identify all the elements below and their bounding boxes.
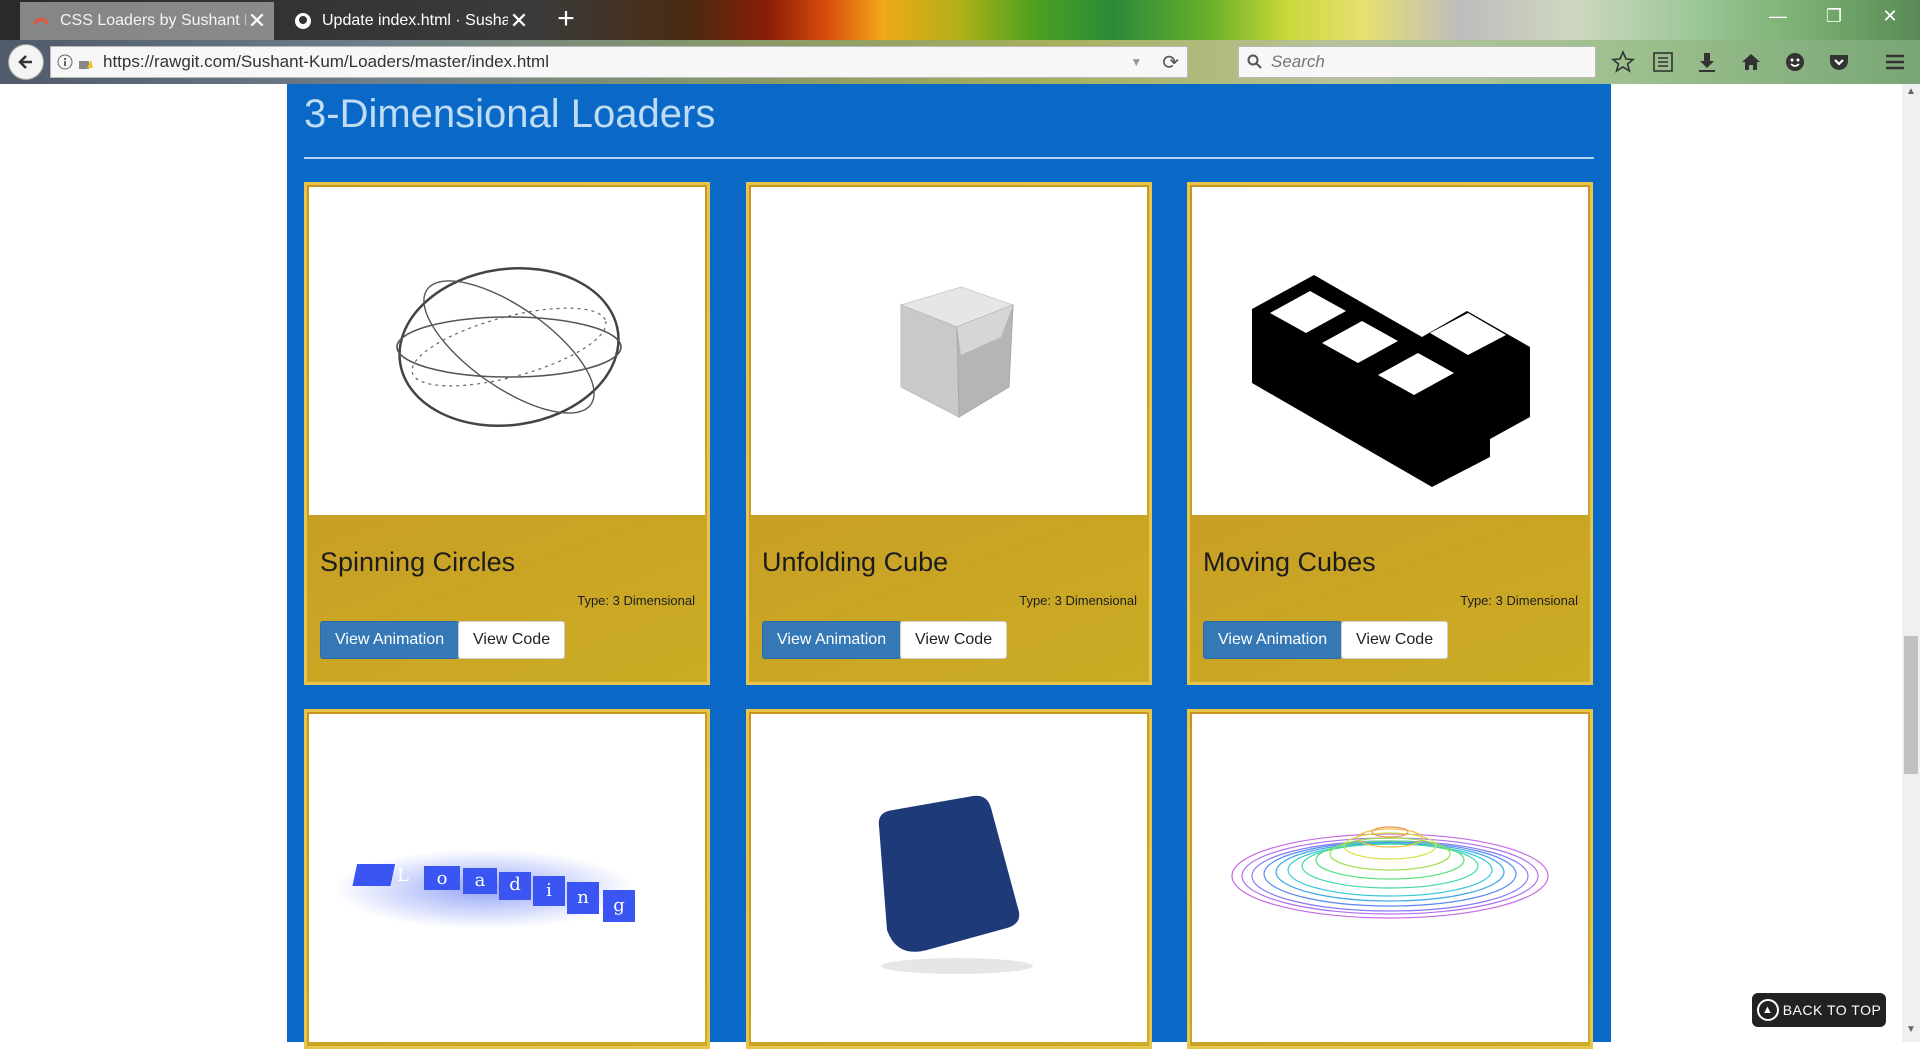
tab-github[interactable]: Update index.html · Susha... ✕ [282, 2, 536, 40]
arrow-up-icon: ▲ [1756, 999, 1779, 1021]
scroll-up-icon[interactable]: ▲ [1902, 86, 1920, 102]
search-icon [1247, 54, 1262, 69]
letter-o: o [437, 868, 448, 889]
loader-card-loading-letters: L o a d i n g [304, 709, 710, 1049]
letter-l: L [397, 865, 409, 886]
grey-cube-preview [899, 286, 1015, 418]
card-title: Moving Cubes [1203, 547, 1376, 577]
view-animation-button[interactable]: View Animation [1203, 621, 1343, 659]
loader-preview[interactable] [309, 187, 705, 515]
github-favicon [295, 13, 311, 29]
letter-a: a [475, 870, 486, 891]
minimize-icon[interactable]: — [1758, 6, 1798, 27]
loading-letters-preview: L o a d i n g [334, 849, 635, 929]
black-isometric-cubes-preview [1252, 275, 1530, 487]
loader-preview[interactable]: L o a d i n g [309, 714, 705, 1042]
section-divider [304, 157, 1594, 159]
restore-icon[interactable]: ❐ [1814, 6, 1854, 27]
back-button[interactable] [8, 44, 44, 80]
home-icon[interactable] [1738, 50, 1764, 74]
loader-preview[interactable] [751, 187, 1147, 515]
view-code-button[interactable]: View Code [458, 621, 566, 659]
dropdown-history-icon[interactable]: ▼ [1130, 55, 1142, 69]
card-type: Type: 3 Dimensional [1460, 593, 1578, 608]
loader-card-navy-square [746, 709, 1152, 1049]
insecure-lock-icon [79, 60, 93, 69]
section-title: 3-Dimensional Loaders [304, 92, 716, 136]
navigation-bar: https://rawgit.com/Sushant-Kum/Loaders/m… [0, 40, 1920, 84]
close-tab-icon[interactable]: ✕ [246, 8, 268, 34]
loader-preview[interactable] [1192, 187, 1588, 515]
letter-d: d [509, 874, 521, 895]
search-input[interactable] [1269, 51, 1573, 73]
loader-card-spinning-circles: Spinning Circles Type: 3 Dimensional Vie… [304, 182, 710, 685]
card-type: Type: 3 Dimensional [1019, 593, 1137, 608]
card-title: Unfolding Cube [762, 547, 949, 577]
tab-bar: CSS Loaders by Sushant K... ✕ Update ind… [0, 0, 1920, 40]
pocket-icon[interactable] [1826, 50, 1852, 74]
view-animation-button[interactable]: View Animation [320, 621, 460, 659]
vertical-scrollbar[interactable] [1902, 84, 1920, 1042]
scrollbar-thumb[interactable] [1904, 636, 1918, 774]
card-type: Type: 3 Dimensional [577, 593, 695, 608]
rainbow-rings-preview [1231, 826, 1549, 919]
download-icon[interactable] [1694, 50, 1720, 74]
menu-icon[interactable] [1882, 50, 1908, 74]
loader-preview[interactable] [1192, 714, 1588, 1042]
close-tab-icon[interactable]: ✕ [508, 8, 530, 34]
bookmark-star-icon[interactable] [1610, 50, 1636, 74]
view-code-button[interactable]: View Code [1341, 621, 1449, 659]
tab-css-loaders[interactable]: CSS Loaders by Sushant K... ✕ [20, 2, 274, 40]
tab-label: CSS Loaders by Sushant K... [60, 12, 246, 29]
letter-i: i [546, 880, 552, 901]
back-to-top-label: BACK TO TOP [1782, 1002, 1882, 1018]
loader-preview[interactable] [751, 714, 1147, 1042]
scroll-down-icon[interactable]: ▼ [1902, 1024, 1920, 1040]
loader-card-rainbow-rings [1187, 709, 1593, 1049]
letter-n: n [577, 887, 589, 908]
tab-label: Update index.html · Susha... [322, 12, 508, 29]
url-bar[interactable]: https://rawgit.com/Sushant-Kum/Loaders/m… [50, 46, 1188, 78]
new-tab-button[interactable]: + [552, 4, 580, 34]
reload-icon[interactable]: ⟳ [1162, 50, 1179, 75]
url-text: https://rawgit.com/Sushant-Kum/Loaders/m… [103, 52, 549, 71]
letter-g: g [613, 895, 625, 916]
info-icon [57, 54, 73, 70]
view-code-button[interactable]: View Code [900, 621, 1008, 659]
loader-card-unfolding-cube: Unfolding Cube Type: 3 Dimensional View … [746, 182, 1152, 685]
wireframe-sphere-preview [396, 267, 622, 427]
loader-card-moving-cubes: Moving Cubes Type: 3 Dimensional View An… [1187, 182, 1593, 685]
back-arrow-icon [18, 55, 32, 69]
back-to-top-button[interactable]: ▲ BACK TO TOP [1752, 993, 1886, 1027]
navy-rounded-square-preview [878, 795, 1033, 974]
card-title: Spinning Circles [320, 547, 516, 577]
smiley-icon[interactable] [1782, 50, 1808, 74]
close-window-icon[interactable]: ✕ [1870, 6, 1910, 27]
rawgit-favicon [32, 17, 50, 25]
search-bar[interactable] [1238, 46, 1596, 78]
view-animation-button[interactable]: View Animation [762, 621, 902, 659]
reading-list-icon[interactable] [1650, 50, 1676, 74]
